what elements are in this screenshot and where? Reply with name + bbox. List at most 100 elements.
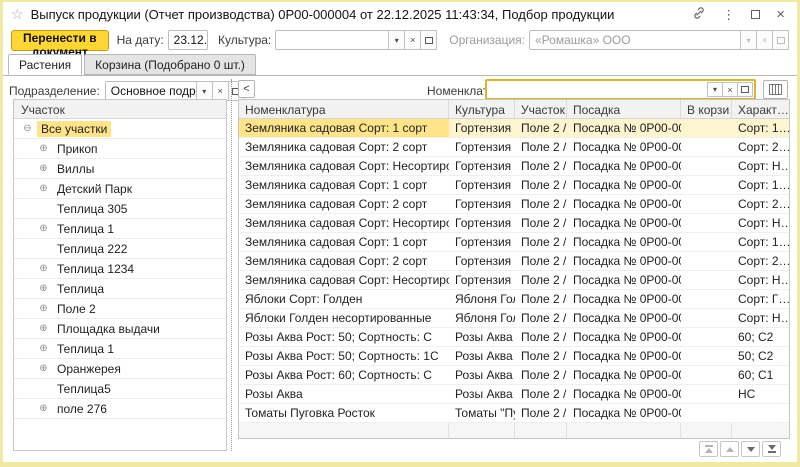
tab-plants[interactable]: Растения bbox=[8, 54, 82, 75]
table-row[interactable]: Томаты Пуговка РостокТоматы "Пуг…Поле 2 … bbox=[239, 404, 789, 423]
close-icon[interactable]: × bbox=[776, 7, 785, 22]
window: ☆ Выпуск продукции (Отчет производства) … bbox=[3, 2, 797, 462]
table-row[interactable]: Земляника садовая Сорт: 1 сортГортензияП… bbox=[239, 119, 789, 138]
department-input[interactable]: Основное подразделение bbox=[105, 81, 197, 101]
arrow-down-icon bbox=[768, 445, 776, 450]
column-settings-button[interactable] bbox=[763, 80, 788, 99]
table-row[interactable]: Яблоки Голден несортированныеЯблоня Гол…… bbox=[239, 309, 789, 328]
table-cell: Поле 2 / Ка… bbox=[515, 404, 567, 422]
department-row: Подразделение: Основное подразделение ▾ … bbox=[9, 81, 245, 101]
scroll-up-button[interactable] bbox=[720, 441, 739, 457]
department-label: Подразделение: bbox=[9, 84, 100, 98]
table-row[interactable]: Яблоки Сорт: ГолденЯблоня Гол…Поле 2 / К… bbox=[239, 290, 789, 309]
table-cell: Поле 2 / Ка… bbox=[515, 290, 567, 308]
tree-column-header[interactable]: Участок bbox=[14, 100, 226, 119]
expand-node-icon[interactable]: ⊕ bbox=[37, 404, 50, 414]
culture-combo: ▾ × bbox=[275, 30, 437, 50]
table-cell: 50; С2 bbox=[732, 347, 789, 365]
culture-clear-button[interactable]: × bbox=[404, 30, 421, 50]
table-cell bbox=[681, 233, 732, 251]
table-cell: Земляника садовая Сорт: 2 сорт bbox=[239, 252, 449, 270]
tree-item[interactable]: ⊕Площадка выдачи bbox=[14, 319, 226, 339]
scroll-to-top-button[interactable] bbox=[699, 441, 718, 457]
table-row[interactable]: Земляника садовая Сорт: 2 сортГортензияП… bbox=[239, 138, 789, 157]
table-row[interactable]: Розы Аква Рост: 50; Сортность: СРозы Акв… bbox=[239, 328, 789, 347]
expand-node-icon[interactable]: ⊕ bbox=[37, 304, 50, 314]
table-row[interactable]: Земляника садовая Сорт: НесортированнаяГ… bbox=[239, 271, 789, 290]
table-row[interactable]: Земляника садовая Сорт: НесортированнаяГ… bbox=[239, 214, 789, 233]
table-row[interactable]: Розы Аква Рост: 50; Сортность: 1СРозы Ак… bbox=[239, 347, 789, 366]
table-cell bbox=[681, 176, 732, 194]
table-row[interactable]: Земляника садовая Сорт: 1 сортГортензияП… bbox=[239, 176, 789, 195]
table-cell: Поле 2 / Ка… bbox=[515, 119, 567, 137]
expand-node-icon[interactable]: ⊕ bbox=[37, 264, 50, 274]
expand-node-icon[interactable]: ⊕ bbox=[37, 184, 50, 194]
table-cell bbox=[681, 347, 732, 365]
expand-node-icon[interactable]: ⊕ bbox=[37, 364, 50, 374]
expand-node-icon[interactable]: ⊕ bbox=[37, 224, 50, 234]
tree-item[interactable]: ⊕Поле 2 bbox=[14, 299, 226, 319]
culture-input[interactable] bbox=[275, 30, 389, 50]
more-menu-icon[interactable]: ⋮ bbox=[722, 8, 735, 21]
table-cell: Поле 2 / Ка… bbox=[515, 233, 567, 251]
tree-item[interactable]: ⊕Теплица 1 bbox=[14, 219, 226, 239]
maximize-icon[interactable] bbox=[751, 8, 760, 21]
favorite-star-icon[interactable]: ☆ bbox=[11, 7, 24, 21]
table-row[interactable]: Земляника садовая Сорт: 1 сортГортензияП… bbox=[239, 233, 789, 252]
collapse-node-icon[interactable]: ⊖ bbox=[21, 124, 34, 134]
columns-icon bbox=[769, 84, 782, 95]
tab-basket[interactable]: Корзина (Подобрано 0 шт.) bbox=[84, 54, 256, 75]
tree-item[interactable]: ⊕Теплица bbox=[14, 279, 226, 299]
tree-item[interactable]: ⊕поле 276 bbox=[14, 399, 226, 419]
tree-item[interactable]: Теплица 305 bbox=[14, 199, 226, 219]
table-row[interactable]: Розы Аква Рост: 60; Сортность: СРозы Акв… bbox=[239, 366, 789, 385]
expand-node-icon[interactable]: ⊕ bbox=[37, 284, 50, 294]
scroll-down-button[interactable] bbox=[741, 441, 760, 457]
table-cell: Гортензия bbox=[449, 138, 515, 156]
expand-node-icon[interactable]: ⊕ bbox=[37, 324, 50, 334]
table-row[interactable]: Земляника садовая Сорт: НесортированнаяГ… bbox=[239, 157, 789, 176]
column-header[interactable]: Номенклатура bbox=[239, 100, 449, 118]
date-input[interactable]: 23.12.2025 bbox=[168, 30, 208, 50]
nomenclature-dropdown-button[interactable]: ▾ bbox=[707, 82, 723, 97]
tree-item[interactable]: ⊖Все участки bbox=[14, 119, 226, 139]
panel-splitter[interactable] bbox=[231, 79, 232, 451]
tree-item[interactable]: ⊕Прикоп bbox=[14, 139, 226, 159]
tree-item[interactable]: ⊕Оранжерея bbox=[14, 359, 226, 379]
column-header[interactable]: В корзи… bbox=[681, 100, 732, 118]
column-header[interactable]: Характ… bbox=[732, 100, 790, 118]
table-cell: Посадка № 0Р00-00… bbox=[567, 176, 681, 194]
arrow-down-icon bbox=[747, 447, 755, 452]
column-header[interactable]: Участок bbox=[515, 100, 567, 118]
tree-item[interactable]: Теплица5 bbox=[14, 379, 226, 399]
table-row[interactable]: Розы АкваРозы АкваПоле 2 / Ка…Посадка № … bbox=[239, 385, 789, 404]
culture-dropdown-button[interactable]: ▾ bbox=[388, 30, 405, 50]
tree-item[interactable]: ⊕Виллы bbox=[14, 159, 226, 179]
department-dropdown-button[interactable]: ▾ bbox=[196, 81, 213, 101]
tree-item[interactable]: ⊕Теплица 1234 bbox=[14, 259, 226, 279]
column-header[interactable]: Культура bbox=[449, 100, 515, 118]
expand-node-icon[interactable]: ⊕ bbox=[37, 144, 50, 154]
table-cell: Посадка № 0Р00-00… bbox=[567, 233, 681, 251]
column-header[interactable]: Посадка bbox=[567, 100, 681, 118]
tree-item[interactable]: ⊕Теплица 1 bbox=[14, 339, 226, 359]
transfer-to-document-button[interactable]: Перенести в документ bbox=[11, 30, 109, 51]
scroll-to-bottom-button[interactable] bbox=[762, 441, 781, 457]
tree-item-label: Теплица 1 bbox=[53, 341, 118, 357]
tree-item[interactable]: Теплица 222 bbox=[14, 239, 226, 259]
tree-item-label: Теплица5 bbox=[53, 381, 115, 397]
expand-node-icon[interactable]: ⊕ bbox=[37, 344, 50, 354]
tree-item-label: Прикоп bbox=[53, 141, 102, 157]
tree-item[interactable]: ⊕Детский Парк bbox=[14, 179, 226, 199]
table-row[interactable]: Земляника садовая Сорт: 2 сортГортензияП… bbox=[239, 195, 789, 214]
collapse-left-panel-button[interactable]: < bbox=[238, 80, 255, 98]
table-cell: Сорт: Н… bbox=[732, 157, 789, 175]
expand-node-icon[interactable]: ⊕ bbox=[37, 164, 50, 174]
nomenclature-clear-button[interactable]: × bbox=[722, 82, 738, 97]
table-row[interactable]: Земляника садовая Сорт: 2 сортГортензияП… bbox=[239, 252, 789, 271]
department-clear-button[interactable]: × bbox=[212, 81, 229, 101]
culture-open-button[interactable] bbox=[420, 30, 437, 50]
nomenclature-open-button[interactable] bbox=[737, 82, 753, 97]
link-icon[interactable] bbox=[692, 6, 706, 22]
table-cell: Поле 2 / Ка… bbox=[515, 176, 567, 194]
